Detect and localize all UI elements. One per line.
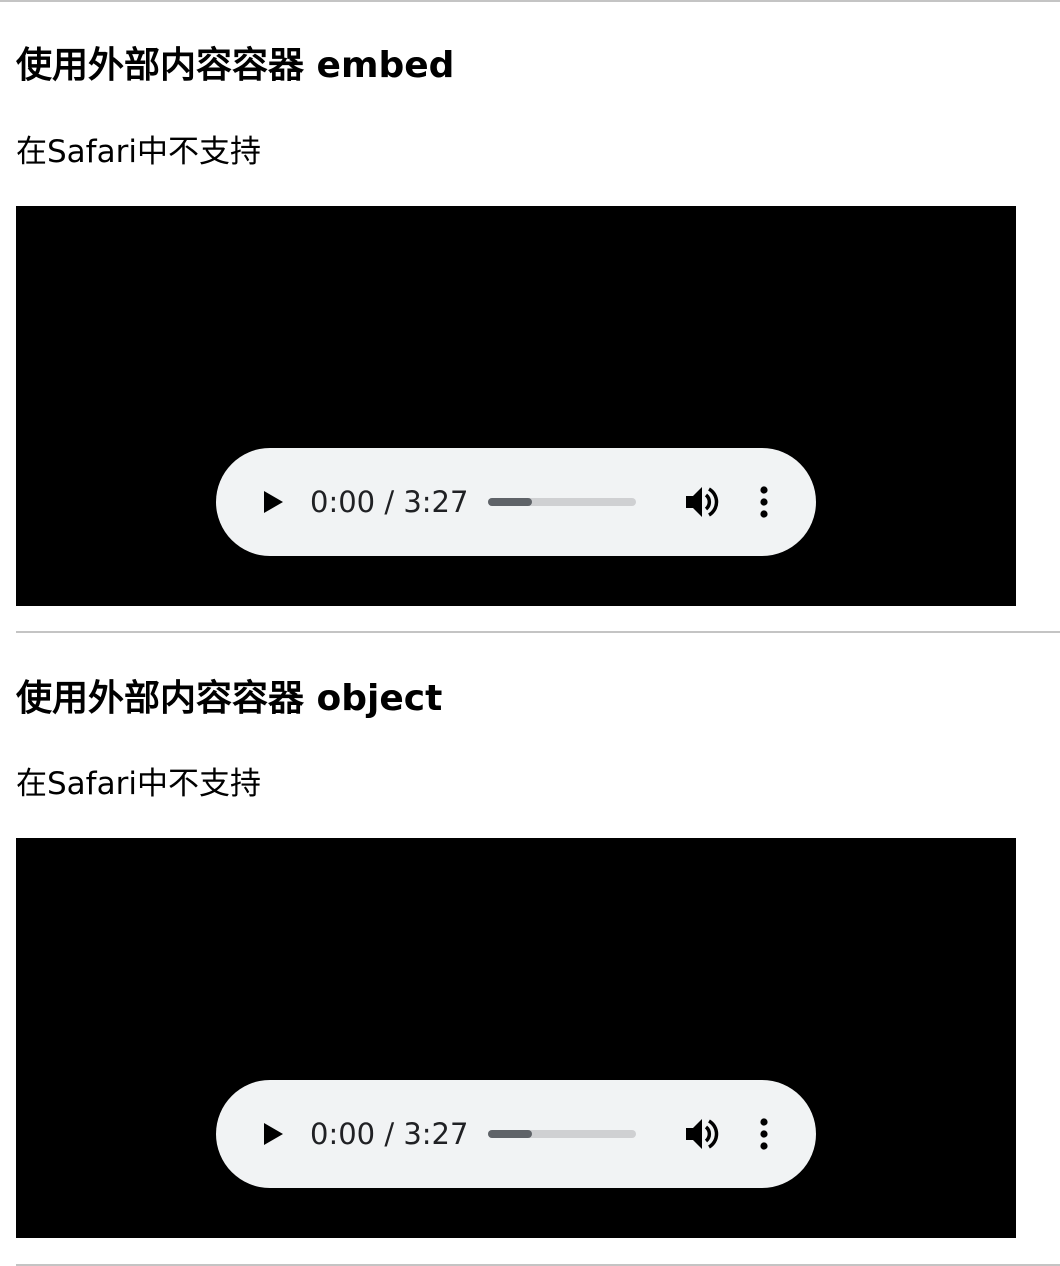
progress-fill (488, 1130, 533, 1138)
audio-player: 0:00 / 3:27 (216, 448, 816, 556)
audio-player: 0:00 / 3:27 (216, 1080, 816, 1188)
progress-fill (488, 498, 533, 506)
section-embed-heading: 使用外部内容容器 embed (16, 45, 455, 86)
progress-slider[interactable] (488, 498, 636, 506)
more-vert-icon[interactable] (742, 1110, 786, 1158)
section-embed-note: 在Safari中不支持 (16, 134, 261, 170)
more-vert-icon[interactable] (742, 478, 786, 526)
object-container: 0:00 / 3:27 (16, 838, 1016, 1238)
progress-slider[interactable] (488, 1130, 636, 1138)
time-display: 0:00 / 3:27 (310, 1117, 469, 1151)
top-divider (0, 0, 1060, 2)
volume-icon[interactable] (678, 1110, 726, 1158)
time-display: 0:00 / 3:27 (310, 485, 469, 519)
embed-container: 0:00 / 3:27 (16, 206, 1016, 606)
section-object-note: 在Safari中不支持 (16, 766, 261, 802)
section-object-heading: 使用外部内容容器 object (16, 678, 443, 719)
volume-icon[interactable] (678, 478, 726, 526)
play-icon[interactable] (252, 482, 292, 522)
middle-divider (16, 631, 1060, 633)
play-icon[interactable] (252, 1114, 292, 1154)
